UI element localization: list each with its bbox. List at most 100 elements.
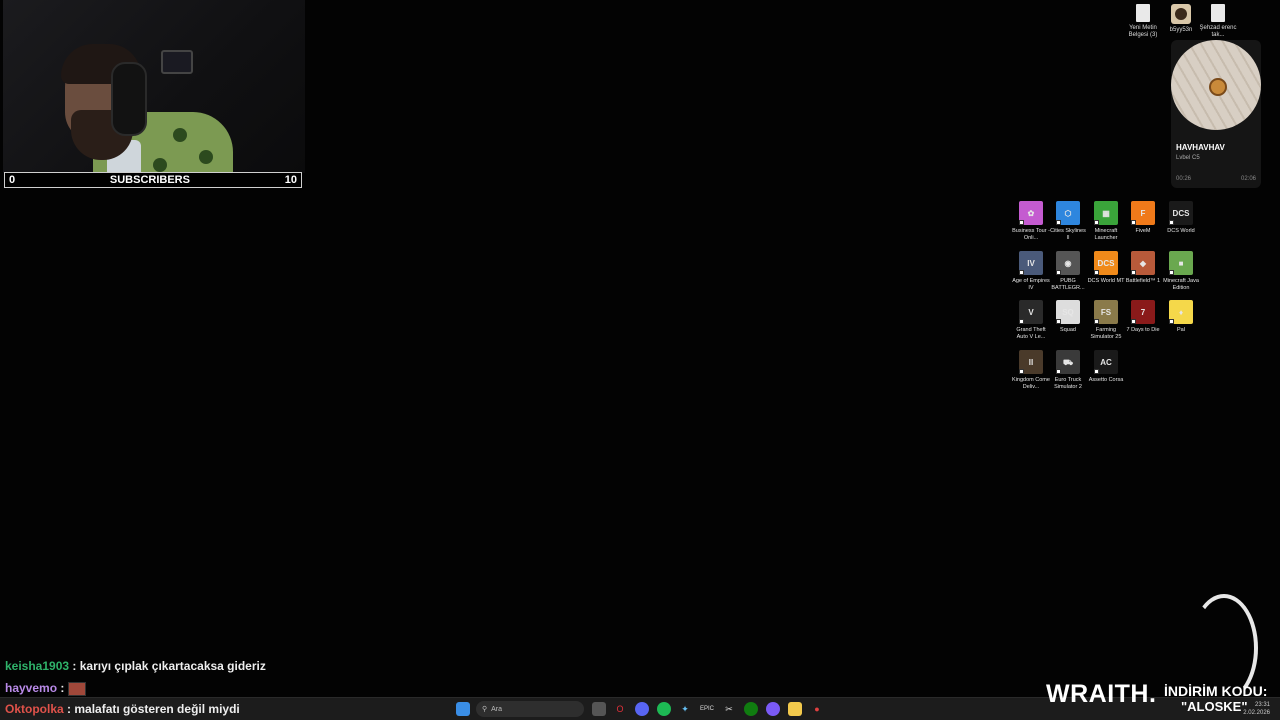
desktop-shortcut-label: Battlefield™ 1 xyxy=(1125,278,1161,284)
app-icon: ◉ xyxy=(1056,251,1080,275)
chat-username: Oktopolka xyxy=(5,702,64,716)
chat-message: Oktopolka : malafatı gösteren değil miyd… xyxy=(5,702,240,716)
subscriber-goal-bar: 0 SUBSCRIBERS 10 xyxy=(4,172,302,188)
desktop-file-label: Şehzad erenc tak... xyxy=(1199,25,1237,38)
jacket-spot xyxy=(173,128,187,142)
desktop-shortcut-label: Minecraft Java Edition xyxy=(1163,278,1199,291)
desktop-shortcut-label: DCS World xyxy=(1167,228,1195,234)
app-icon: ✿ xyxy=(1019,201,1043,225)
desktop-shortcut-label: Age of Empires IV xyxy=(1012,278,1050,291)
desktop-shortcut[interactable]: ◆ Battlefield™ 1 xyxy=(1124,251,1162,285)
file-explorer-icon[interactable] xyxy=(788,702,802,716)
desktop-shortcut-label: Grand Theft Auto V Le... xyxy=(1016,327,1046,340)
desktop-shortcut[interactable]: 7 7 Days to Die xyxy=(1124,300,1162,334)
sponsor-brand: WRAITH. xyxy=(1046,680,1157,708)
copilot-icon[interactable] xyxy=(766,702,780,716)
xbox-icon[interactable] xyxy=(744,702,758,716)
taskbar-search[interactable]: ⚲ Ara xyxy=(476,701,584,717)
app-icon: ♦ xyxy=(1169,300,1193,324)
app-icon: SQ xyxy=(1056,300,1080,324)
desktop-shortcut[interactable]: ✿ Business Tour - Onli... xyxy=(1012,201,1050,242)
search-icon: ⚲ xyxy=(482,706,488,713)
chat-username: hayvemo xyxy=(5,681,58,695)
desktop-shortcut[interactable]: ■ Minecraft Java Edition xyxy=(1162,251,1200,292)
app-icon: V xyxy=(1019,300,1043,324)
task-view-icon[interactable] xyxy=(592,702,606,716)
steam-icon[interactable]: ✦ xyxy=(678,702,692,716)
chat-message: keisha1903 : karıyı çıplak çıkartacaksa … xyxy=(5,659,266,673)
chat-username: keisha1903 xyxy=(5,659,70,673)
elapsed-time: 00:26 xyxy=(1176,176,1192,182)
desktop-shortcut-label: Minecraft Launcher xyxy=(1094,228,1118,241)
background-monitor xyxy=(161,50,193,74)
subscriber-goal-start: 0 xyxy=(9,174,16,186)
webcam-feed xyxy=(3,0,305,173)
app-icon: ▦ xyxy=(1094,201,1118,225)
desktop-shortcut-label: Kingdom Come Deliv... xyxy=(1012,377,1050,390)
desktop-shortcut-label: Pal xyxy=(1177,327,1185,333)
game-app-icon[interactable]: ● xyxy=(810,702,824,716)
desktop-shortcut[interactable]: SQ Squad xyxy=(1049,300,1087,334)
app-icon: ⛟ xyxy=(1056,350,1080,374)
subscriber-goal-end: 10 xyxy=(284,174,297,186)
desktop-shortcut-label: Squad xyxy=(1060,327,1076,333)
desktop-shortcut-label: Euro Truck Simulator 2 xyxy=(1054,377,1082,390)
chat-emote-icon xyxy=(67,681,86,696)
desktop-file-sehzad[interactable]: Şehzad erenc tak... xyxy=(1196,4,1240,39)
document-icon xyxy=(1211,4,1225,22)
desktop-shortcut[interactable]: ♦ Pal xyxy=(1162,300,1200,334)
desktop-shortcut[interactable]: IV Age of Empires IV xyxy=(1012,251,1050,292)
desktop-shortcut[interactable]: ▦ Minecraft Launcher xyxy=(1087,201,1125,242)
desktop-shortcut-label: Cities Skylines II xyxy=(1050,228,1086,241)
chat-text: : xyxy=(60,681,65,695)
opera-icon[interactable]: O xyxy=(613,702,627,716)
desktop-shortcut-label: 7 Days to Die xyxy=(1126,327,1160,333)
spotify-icon[interactable] xyxy=(657,702,671,716)
desktop-shortcut[interactable]: V Grand Theft Auto V Le... xyxy=(1012,300,1050,341)
document-icon xyxy=(1136,4,1150,22)
image-file-icon xyxy=(1171,4,1191,24)
desktop-shortcut[interactable]: AC Assetto Corsa xyxy=(1087,350,1125,384)
subscriber-goal-label: SUBSCRIBERS xyxy=(109,174,190,186)
desktop-shortcut[interactable]: ◉ PUBG BATTLEGR... xyxy=(1049,251,1087,292)
desktop-shortcut[interactable]: FS Farming Simulator 25 xyxy=(1087,300,1125,341)
app-icon: FS xyxy=(1094,300,1118,324)
desktop-shortcut-label: DCS World MT xyxy=(1087,278,1125,284)
album-art xyxy=(1171,40,1261,130)
jacket-spot xyxy=(199,150,213,164)
app-icon: ■ xyxy=(1169,251,1193,275)
desktop-shortcut-label: PUBG BATTLEGR... xyxy=(1051,278,1085,291)
search-placeholder: Ara xyxy=(491,705,503,713)
app-icon: II xyxy=(1019,350,1043,374)
headset xyxy=(111,62,147,136)
desktop-shortcut-label: Assetto Corsa xyxy=(1088,377,1124,383)
epic-games-icon[interactable]: EPIC xyxy=(700,702,714,716)
desktop-shortcut-label: Business Tour - Onli... xyxy=(1012,228,1050,241)
total-duration: 02:06 xyxy=(1240,176,1256,182)
discount-code: "ALOSKE" xyxy=(1181,699,1248,714)
app-icon: 7 xyxy=(1131,300,1155,324)
app-icon: IV xyxy=(1019,251,1043,275)
music-widget[interactable]: HAVHAVHAV Lvbel C5 00:26 02:06 xyxy=(1171,40,1261,188)
app-icon: DCS xyxy=(1094,251,1118,275)
app-icon: DCS xyxy=(1169,201,1193,225)
chat-message: hayvemo : xyxy=(5,681,86,696)
chat-text: : karıyı çıplak çıkartacaksa gideriz xyxy=(72,659,266,673)
song-title: HAVHAVHAV xyxy=(1176,143,1225,152)
desktop-shortcut[interactable]: ⬡ Cities Skylines II xyxy=(1049,201,1087,242)
discord-icon[interactable] xyxy=(635,702,649,716)
desktop-shortcut[interactable]: DCS DCS World MT xyxy=(1087,251,1125,285)
desktop-shortcut[interactable]: II Kingdom Come Deliv... xyxy=(1012,350,1050,391)
desktop-shortcut[interactable]: DCS DCS World xyxy=(1162,201,1200,235)
app-icon: AC xyxy=(1094,350,1118,374)
app-icon: ◆ xyxy=(1131,251,1155,275)
capcut-icon[interactable]: ✂ xyxy=(722,702,736,716)
discount-code-label: İNDİRİM KODU: xyxy=(1164,683,1268,699)
desktop-shortcut[interactable]: ⛟ Euro Truck Simulator 2 xyxy=(1049,350,1087,391)
chat-text: : malafatı gösteren değil miydi xyxy=(67,702,240,716)
desktop-shortcut[interactable]: F FiveM xyxy=(1124,201,1162,235)
song-artist: Lvbel C5 xyxy=(1176,155,1200,161)
start-button-icon[interactable] xyxy=(456,702,470,716)
desktop-shortcut-label: FiveM xyxy=(1135,228,1151,234)
app-icon: F xyxy=(1131,201,1155,225)
